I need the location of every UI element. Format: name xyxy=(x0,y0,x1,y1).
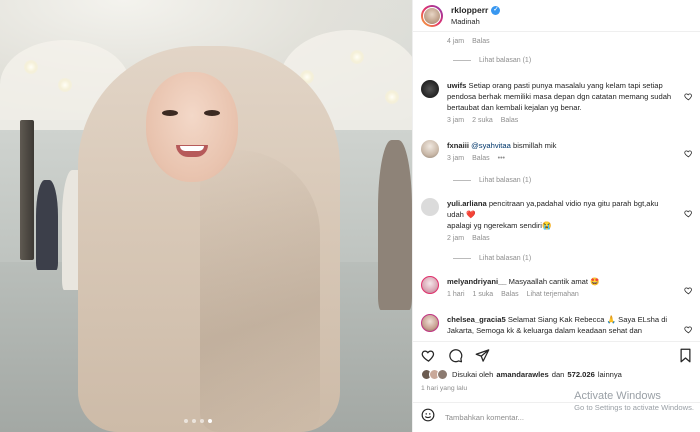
like-comment-icon[interactable] xyxy=(684,282,693,295)
commenter-avatar[interactable] xyxy=(421,314,439,332)
reply-button[interactable]: Balas xyxy=(501,291,519,298)
comment-meta: 4 jam Balas xyxy=(447,38,490,45)
comment-time: 1 hari xyxy=(447,291,465,298)
comment-text: bismillah mik xyxy=(513,141,557,150)
post-header: rklopperr ✓ Madinah xyxy=(413,0,700,32)
liked-by-connector: dan xyxy=(551,370,565,379)
commenter-username[interactable]: yuli.arliana xyxy=(447,199,487,208)
more-options-icon[interactable]: ••• xyxy=(498,155,505,162)
comment-item: uwifs Setiap orang pasti punya masalalu … xyxy=(421,80,683,124)
commenter-username[interactable]: melyandriyani__ xyxy=(447,277,507,286)
like-icon[interactable] xyxy=(421,348,436,363)
comment-time: 3 jam xyxy=(447,117,465,124)
hijab-fold xyxy=(200,150,320,432)
like-comment-icon[interactable] xyxy=(684,88,693,101)
comment-likes[interactable]: 2 suka xyxy=(472,117,493,124)
post-timestamp: 1 hari yang lalu xyxy=(421,385,468,392)
pillar xyxy=(20,120,34,260)
carousel-dot-active xyxy=(208,419,212,423)
view-replies-label: Lihat balasan (1) xyxy=(479,57,532,64)
add-comment-bar xyxy=(413,402,700,432)
carousel-dot xyxy=(184,419,188,423)
verified-badge-icon: ✓ xyxy=(491,5,501,15)
carousel-dot xyxy=(200,419,204,423)
watermark-line1: Activate Windows xyxy=(574,390,661,402)
comment-item: fxnaiii @syahvitaa bismillah mik 3 jam B… xyxy=(421,140,683,162)
commenter-avatar[interactable] xyxy=(421,140,439,158)
reply-button[interactable]: Balas xyxy=(472,38,490,45)
like-comment-icon[interactable] xyxy=(684,145,693,158)
carousel-indicator xyxy=(184,419,212,423)
comment-likes[interactable]: 1 suka xyxy=(473,291,494,298)
teeth xyxy=(180,146,204,151)
commenter-avatar[interactable] xyxy=(421,276,439,294)
commenter-username[interactable]: fxnaiii xyxy=(447,141,469,150)
share-icon[interactable] xyxy=(475,348,490,363)
view-replies-label: Lihat balasan (1) xyxy=(479,255,532,262)
author-avatar[interactable] xyxy=(421,4,443,27)
view-replies-button[interactable]: Lihat balasan (1) xyxy=(453,255,531,262)
comment-mention[interactable]: @syahvitaa xyxy=(471,141,511,150)
commenter-username[interactable]: uwifs xyxy=(447,81,466,90)
post-photo[interactable] xyxy=(0,0,412,432)
comment-item: melyandriyani__ Masyaallah cantik amat 🤩… xyxy=(421,276,683,298)
liker-avatars xyxy=(421,369,448,380)
see-translation-button[interactable]: Lihat terjemahan xyxy=(527,291,579,298)
carousel-dot xyxy=(192,419,196,423)
liked-by-summary[interactable]: Disukai oleh amandarawles dan 572.026 la… xyxy=(421,369,622,380)
post-location[interactable]: Madinah xyxy=(451,16,500,27)
woman-face xyxy=(146,72,238,182)
commenter-username[interactable]: chelsea_gracia5 xyxy=(447,315,506,324)
lamp xyxy=(350,50,364,64)
view-replies-button[interactable]: Lihat balasan (1) xyxy=(453,57,531,64)
lamp xyxy=(385,90,399,104)
commenter-avatar[interactable] xyxy=(421,198,439,216)
liker-avatar xyxy=(437,369,448,380)
comment-time: 3 jam xyxy=(447,155,465,162)
liked-by-user[interactable]: amandarawles xyxy=(496,370,548,379)
background-person xyxy=(378,140,412,310)
add-comment-input[interactable] xyxy=(445,413,625,422)
view-replies-button[interactable]: Lihat balasan (1) xyxy=(453,177,531,184)
liked-by-suffix: lainnya xyxy=(597,370,622,379)
likes-count[interactable]: 572.026 xyxy=(567,370,594,379)
lamp xyxy=(24,60,38,74)
comment-item: yuli.arliana pencitraan ya,padahal vidio… xyxy=(421,198,683,242)
comment-icon[interactable] xyxy=(448,348,463,363)
save-bookmark-icon[interactable] xyxy=(678,348,693,363)
eye xyxy=(204,110,220,116)
view-replies-label: Lihat balasan (1) xyxy=(479,177,532,184)
comment-text: Masyaallah cantik amat 🤩 xyxy=(508,277,600,286)
reply-button[interactable]: Balas xyxy=(501,117,519,124)
author-username[interactable]: rklopperr xyxy=(451,5,488,16)
emoji-icon[interactable] xyxy=(421,408,435,427)
reply-button[interactable]: Balas xyxy=(472,235,490,242)
reply-button[interactable]: Balas xyxy=(472,155,490,162)
lamp xyxy=(58,78,72,92)
eye xyxy=(162,110,178,116)
comment-item: chelsea_gracia5 Selamat Siang Kak Rebecc… xyxy=(421,314,683,336)
comments-list[interactable]: 4 jam Balas Lihat balasan (1) uwifs Seti… xyxy=(413,32,700,341)
comment-time: 2 jam xyxy=(447,235,465,242)
comment-text: Setiap orang pasti punya masalalu yang k… xyxy=(447,81,672,112)
commenter-avatar[interactable] xyxy=(421,80,439,98)
comment-time: 4 jam xyxy=(447,38,465,45)
instagram-post-view: rklopperr ✓ Madinah 4 jam Balas Lihat ba… xyxy=(0,0,700,432)
like-comment-icon[interactable] xyxy=(684,205,693,218)
liked-by-prefix: Disukai oleh xyxy=(452,370,494,379)
post-side-panel: rklopperr ✓ Madinah 4 jam Balas Lihat ba… xyxy=(412,0,700,432)
post-actions xyxy=(413,341,700,369)
comment-text-line2: apalagi yg ngerekam sendiri😭 xyxy=(447,221,552,230)
background-person xyxy=(36,180,58,270)
like-comment-icon[interactable] xyxy=(684,321,693,334)
